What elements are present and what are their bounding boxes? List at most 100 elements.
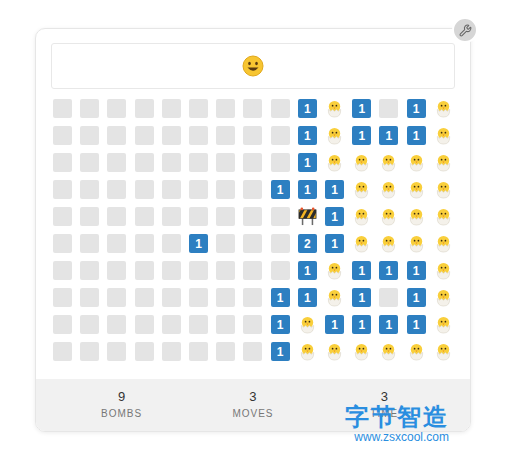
hidden-cell[interactable] xyxy=(189,99,208,118)
hidden-cell[interactable] xyxy=(162,288,181,307)
hidden-cell[interactable] xyxy=(243,288,262,307)
hidden-cell[interactable] xyxy=(80,153,99,172)
hidden-cell[interactable] xyxy=(216,207,235,226)
hidden-cell[interactable] xyxy=(216,342,235,361)
hidden-cell[interactable] xyxy=(135,153,154,172)
hidden-cell[interactable] xyxy=(271,126,290,145)
hidden-cell[interactable] xyxy=(135,261,154,280)
hidden-cell[interactable] xyxy=(162,180,181,199)
hidden-cell[interactable] xyxy=(189,153,208,172)
hidden-cell[interactable] xyxy=(243,261,262,280)
hidden-cell[interactable] xyxy=(243,180,262,199)
hidden-cell[interactable] xyxy=(216,288,235,307)
hidden-cell[interactable] xyxy=(80,126,99,145)
hidden-cell[interactable] xyxy=(135,315,154,334)
hidden-cell[interactable] xyxy=(271,99,290,118)
hidden-cell[interactable] xyxy=(162,261,181,280)
hidden-cell[interactable] xyxy=(80,207,99,226)
hidden-cell[interactable] xyxy=(53,99,72,118)
number-cell: 1 xyxy=(189,234,208,253)
number-cell: 1 xyxy=(298,180,317,199)
hidden-cell[interactable] xyxy=(216,234,235,253)
hidden-cell[interactable] xyxy=(107,261,126,280)
hidden-cell[interactable] xyxy=(243,342,262,361)
hidden-cell[interactable] xyxy=(135,288,154,307)
hidden-cell[interactable] xyxy=(379,99,398,118)
hidden-cell[interactable] xyxy=(53,342,72,361)
hidden-cell[interactable] xyxy=(53,180,72,199)
hidden-cell[interactable] xyxy=(189,315,208,334)
hidden-cell[interactable] xyxy=(162,342,181,361)
hidden-cell[interactable] xyxy=(135,99,154,118)
number-cell: 1 xyxy=(352,288,371,307)
hidden-cell[interactable] xyxy=(189,342,208,361)
hidden-cell[interactable] xyxy=(379,288,398,307)
hidden-cell[interactable] xyxy=(107,99,126,118)
hidden-cell[interactable] xyxy=(107,153,126,172)
hidden-cell[interactable] xyxy=(243,315,262,334)
hidden-cell[interactable] xyxy=(107,180,126,199)
hidden-cell[interactable] xyxy=(243,234,262,253)
settings-button[interactable] xyxy=(452,17,478,43)
hidden-cell[interactable] xyxy=(271,261,290,280)
hidden-cell[interactable] xyxy=(80,315,99,334)
hidden-cell[interactable] xyxy=(243,153,262,172)
hidden-cell[interactable] xyxy=(80,288,99,307)
hidden-cell[interactable] xyxy=(162,153,181,172)
hidden-cell[interactable] xyxy=(189,180,208,199)
hidden-cell[interactable] xyxy=(107,288,126,307)
hidden-cell[interactable] xyxy=(216,315,235,334)
hidden-cell[interactable] xyxy=(107,315,126,334)
hidden-cell[interactable] xyxy=(216,126,235,145)
hidden-cell[interactable] xyxy=(162,99,181,118)
hidden-cell[interactable] xyxy=(189,288,208,307)
chick-icon xyxy=(434,315,453,334)
hidden-cell[interactable] xyxy=(135,342,154,361)
chick-icon xyxy=(325,99,344,118)
hidden-cell[interactable] xyxy=(162,234,181,253)
hidden-cell[interactable] xyxy=(53,234,72,253)
hidden-cell[interactable] xyxy=(135,180,154,199)
hidden-cell[interactable] xyxy=(216,180,235,199)
hidden-cell[interactable] xyxy=(162,207,181,226)
hidden-cell[interactable] xyxy=(189,261,208,280)
hidden-cell[interactable] xyxy=(135,126,154,145)
open-cell xyxy=(352,234,371,253)
hidden-cell[interactable] xyxy=(80,342,99,361)
hidden-cell[interactable] xyxy=(162,315,181,334)
hidden-cell[interactable] xyxy=(271,207,290,226)
hidden-cell[interactable] xyxy=(107,342,126,361)
hidden-cell[interactable] xyxy=(216,99,235,118)
hidden-cell[interactable] xyxy=(216,153,235,172)
hidden-cell[interactable] xyxy=(162,126,181,145)
hidden-cell[interactable] xyxy=(53,261,72,280)
flagged-cell[interactable] xyxy=(298,207,317,226)
hidden-cell[interactable] xyxy=(80,99,99,118)
hidden-cell[interactable] xyxy=(107,126,126,145)
hidden-cell[interactable] xyxy=(189,207,208,226)
hidden-cell[interactable] xyxy=(271,153,290,172)
hidden-cell[interactable] xyxy=(243,207,262,226)
hidden-cell[interactable] xyxy=(53,126,72,145)
hidden-cell[interactable] xyxy=(107,207,126,226)
chick-icon xyxy=(352,234,371,253)
hidden-cell[interactable] xyxy=(53,315,72,334)
hidden-cell[interactable] xyxy=(53,207,72,226)
chick-icon xyxy=(325,153,344,172)
hidden-cell[interactable] xyxy=(53,153,72,172)
hidden-cell[interactable] xyxy=(53,288,72,307)
open-cell xyxy=(434,153,453,172)
open-cell xyxy=(434,315,453,334)
hidden-cell[interactable] xyxy=(135,234,154,253)
hidden-cell[interactable] xyxy=(189,126,208,145)
hidden-cell[interactable] xyxy=(80,180,99,199)
hidden-cell[interactable] xyxy=(80,234,99,253)
hidden-cell[interactable] xyxy=(216,261,235,280)
hidden-cell[interactable] xyxy=(107,234,126,253)
hidden-cell[interactable] xyxy=(80,261,99,280)
hidden-cell[interactable] xyxy=(243,126,262,145)
hidden-cell[interactable] xyxy=(243,99,262,118)
hidden-cell[interactable] xyxy=(271,234,290,253)
hidden-cell[interactable] xyxy=(135,207,154,226)
smiley-face-icon[interactable] xyxy=(242,55,264,77)
